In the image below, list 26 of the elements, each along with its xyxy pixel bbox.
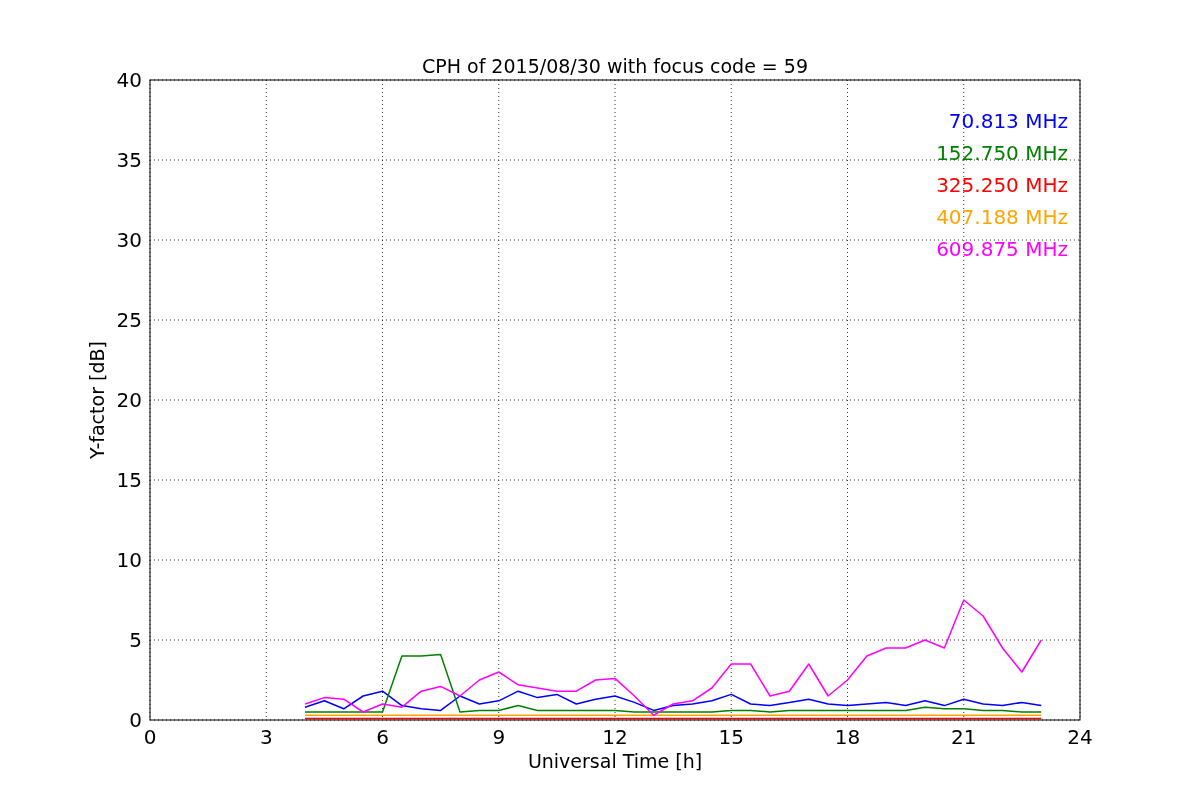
tick-label: 6 [376, 725, 389, 749]
tick-label: 0 [143, 725, 157, 749]
tick-label: 15 [116, 468, 142, 492]
tick-label: 21 [951, 725, 977, 749]
tick-label: 30 [116, 228, 142, 252]
legend-label: 325.250 MHz [936, 173, 1068, 197]
tick-label: 24 [1067, 725, 1093, 749]
tick-label: 5 [129, 628, 142, 652]
legend-label: 70.813 MHz [948, 109, 1068, 133]
legend-label: 152.750 MHz [936, 141, 1068, 165]
tick-label: 15 [718, 725, 744, 749]
axis-label: Y-factor [dB] [86, 341, 108, 459]
legend-label: 407.188 MHz [936, 205, 1068, 229]
tick-label: 0 [129, 708, 142, 732]
axis-label: Universal Time [h] [527, 750, 703, 772]
tick-label: 18 [834, 725, 861, 749]
legend-label: 609.875 MHz [936, 237, 1068, 261]
chart-title: CPH of 2015/08/30 with focus code = 59 [422, 55, 808, 77]
tick-label: 35 [116, 148, 142, 172]
tick-label: 3 [259, 725, 273, 749]
tick-label: 20 [116, 388, 142, 412]
tick-label: 9 [492, 725, 506, 749]
tick-label: 12 [602, 725, 628, 749]
tick-label: 25 [116, 308, 142, 332]
tick-label: 40 [116, 68, 142, 92]
tick-label: 10 [116, 548, 142, 572]
